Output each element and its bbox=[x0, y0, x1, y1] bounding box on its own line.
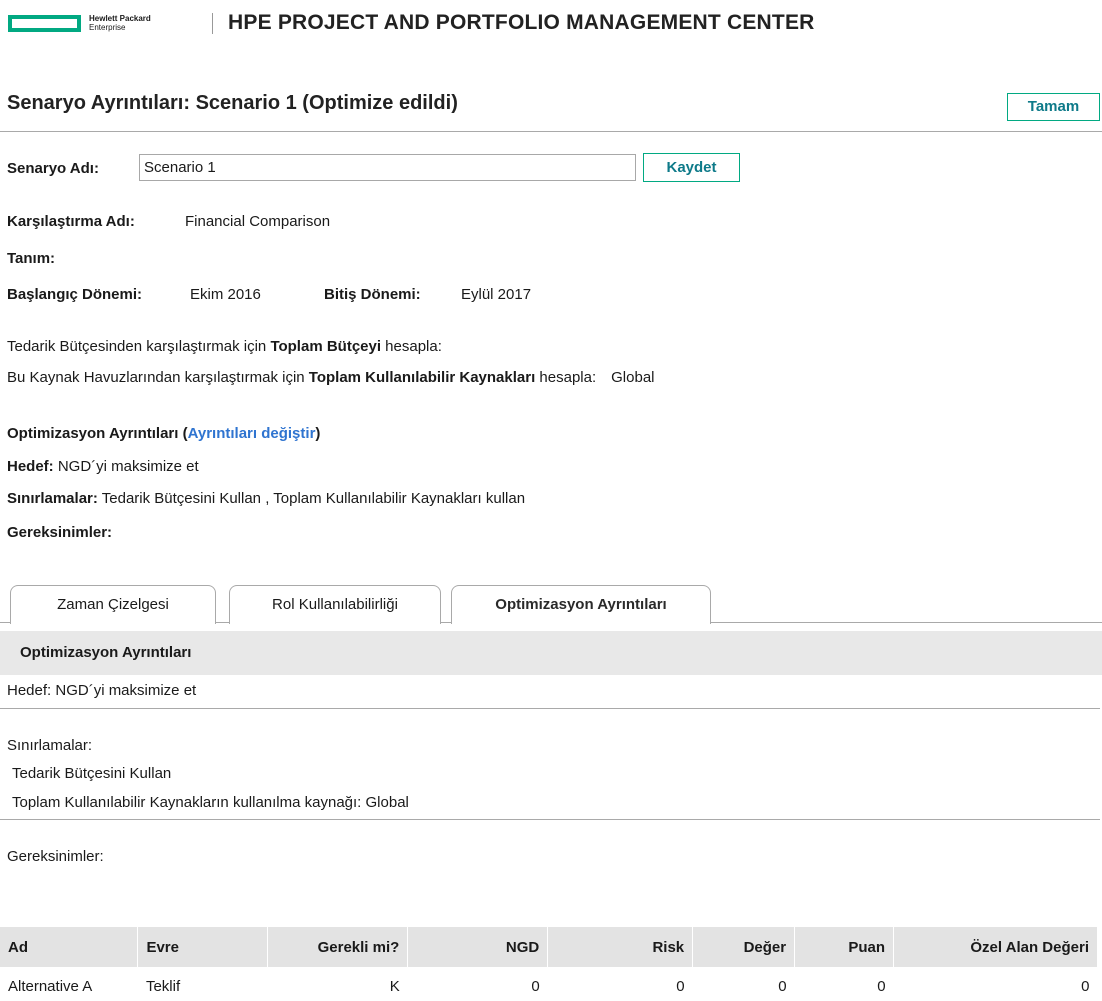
section-header: Optimizasyon Ayrıntıları bbox=[0, 631, 1102, 675]
details-requirements-title: Gereksinimler: bbox=[7, 848, 104, 865]
app-title: HPE PROJECT AND PORTFOLIO MANAGEMENT CEN… bbox=[228, 11, 815, 34]
header-divider bbox=[212, 13, 213, 34]
resource-pool-value: Global bbox=[611, 369, 655, 386]
cell-custom-field: 0 bbox=[1081, 977, 1090, 995]
requirements-label: Gereksinimler: bbox=[7, 524, 113, 541]
scenario-name-input[interactable] bbox=[139, 154, 636, 181]
hpe-logo-mark bbox=[8, 14, 81, 32]
cell-phase: Teklif bbox=[145, 977, 181, 995]
tab-baseline bbox=[216, 622, 229, 623]
column-header-phase[interactable]: Evre bbox=[137, 927, 269, 967]
cell-name: Alternative A bbox=[8, 977, 93, 995]
column-header-risk[interactable]: Risk bbox=[547, 927, 694, 967]
scenario-name-label: Senaryo Adı: bbox=[7, 160, 99, 177]
cell-risk: 0 bbox=[676, 977, 685, 995]
details-constraint-2: Toplam Kullanılabilir Kaynakların kullan… bbox=[12, 794, 409, 811]
details-constraint-1: Tedarik Bütçesini Kullan bbox=[12, 765, 172, 782]
details-divider bbox=[0, 819, 1100, 820]
column-header-value[interactable]: Değer bbox=[692, 927, 796, 967]
details-constraints-title: Sınırlamalar: bbox=[7, 737, 93, 754]
column-header-required[interactable]: Gerekli mi? bbox=[267, 927, 409, 967]
ok-button[interactable]: Tamam bbox=[1007, 93, 1100, 121]
optimization-title: Optimizasyon Ayrıntıları (Ayrıntıları de… bbox=[7, 425, 321, 442]
top-bar: Hewlett Packard Enterprise HPE PROJECT A… bbox=[0, 0, 1102, 50]
start-period-label: Başlangıç Dönemi: bbox=[7, 286, 143, 303]
column-header-score[interactable]: Puan bbox=[794, 927, 895, 967]
requirements-table: Ad Evre Gerekli mi? NGD Risk Değer Puan … bbox=[0, 927, 1098, 1001]
cell-npv: 0 bbox=[531, 977, 540, 995]
hpe-logo-text: Hewlett Packard Enterprise bbox=[89, 14, 151, 32]
budget-line-1: Tedarik Bütçesinden karşılaştırmak için … bbox=[7, 338, 442, 355]
column-header-custom-field[interactable]: Özel Alan Değeri bbox=[893, 927, 1098, 967]
table-header-row: Ad Evre Gerekli mi? NGD Risk Değer Puan … bbox=[0, 927, 1098, 967]
change-details-link[interactable]: Ayrıntıları değiştir bbox=[188, 425, 316, 442]
tab-baseline bbox=[711, 622, 1102, 623]
details-goal: Hedef: NGD´yi maksimize et bbox=[7, 682, 197, 699]
constraints-line: Sınırlamalar: Tedarik Bütçesini Kullan ,… bbox=[7, 490, 526, 507]
cell-required: K bbox=[389, 977, 400, 995]
tab-timeline[interactable]: Zaman Çizelgesi bbox=[10, 585, 216, 624]
details-divider bbox=[0, 708, 1100, 709]
save-button[interactable]: Kaydet bbox=[643, 153, 740, 182]
tab-optimization-details[interactable]: Optimizasyon Ayrıntıları bbox=[451, 585, 711, 624]
start-period-value: Ekim 2016 bbox=[190, 286, 261, 303]
comparison-name-label: Karşılaştırma Adı: bbox=[7, 213, 135, 230]
end-period-label: Bitiş Dönemi: bbox=[324, 286, 421, 303]
cell-value: 0 bbox=[778, 977, 787, 995]
goal-line: Hedef: NGD´yi maksimize et bbox=[7, 458, 199, 475]
hpe-logo: Hewlett Packard Enterprise bbox=[8, 14, 151, 32]
end-period-value: Eylül 2017 bbox=[461, 286, 532, 303]
tab-baseline bbox=[441, 622, 451, 623]
title-divider bbox=[0, 131, 1102, 132]
tab-role-availability[interactable]: Rol Kullanılabilirliği bbox=[229, 585, 441, 624]
description-label: Tanım: bbox=[7, 250, 56, 267]
page-title: Senaryo Ayrıntıları: Scenario 1 (Optimiz… bbox=[7, 92, 458, 114]
comparison-name-value: Financial Comparison bbox=[185, 213, 331, 230]
tab-baseline bbox=[0, 622, 10, 623]
table-row: Alternative A Teklif K 0 0 0 0 0 bbox=[0, 967, 1098, 1001]
tab-bar: Zaman Çizelgesi Rol Kullanılabilirliği O… bbox=[0, 585, 1102, 624]
resources-line: Bu Kaynak Havuzlarından karşılaştırmak i… bbox=[7, 369, 655, 386]
column-header-npv[interactable]: NGD bbox=[407, 927, 549, 967]
cell-score: 0 bbox=[877, 977, 886, 995]
column-header-name[interactable]: Ad bbox=[0, 927, 139, 967]
